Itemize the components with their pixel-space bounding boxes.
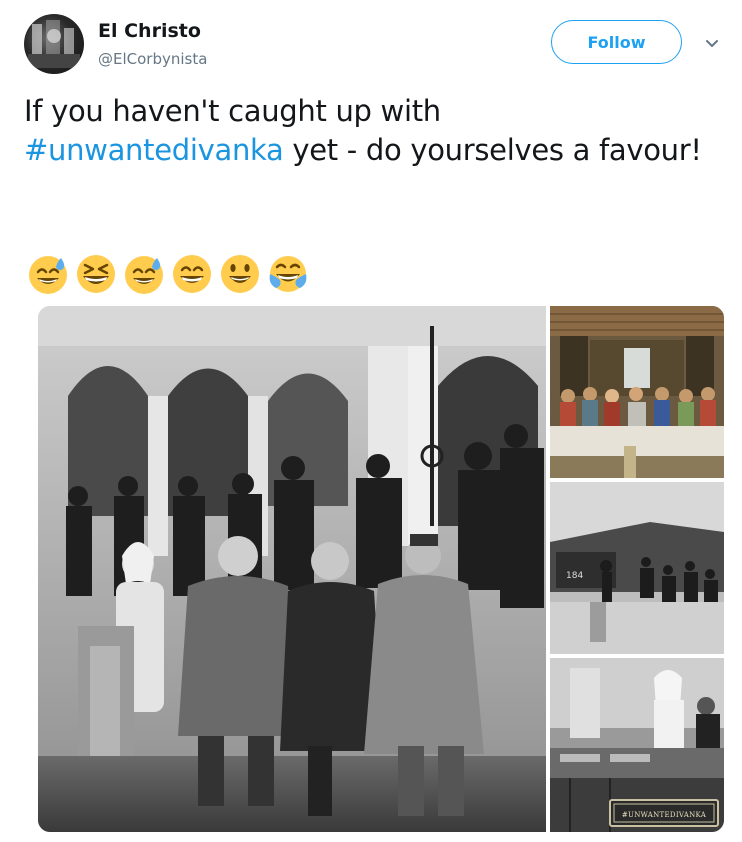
laughing-icon <box>77 255 115 293</box>
grin-icon <box>173 255 211 293</box>
side-photo-last-supper[interactable] <box>550 306 724 478</box>
side-photo-beach-landing[interactable]: 184 <box>550 482 724 654</box>
side-photo-office[interactable]: #UNWANTEDIVANKA <box>550 658 724 832</box>
tweet-header: El Christo @ElCorbynista Follow <box>24 14 724 78</box>
tweet-text: If you haven't caught up with #unwantedi… <box>24 92 704 170</box>
joy-icon <box>269 256 307 292</box>
sweat-smile-icon <box>29 256 67 294</box>
tweet-text-start: If you haven't caught up with <box>24 94 441 128</box>
watermark-label: #UNWANTEDIVANKA <box>621 811 707 819</box>
tweet-text-end: yet - do yourselves a favour! <box>283 133 702 167</box>
smiley-icon <box>221 255 259 293</box>
avatar[interactable] <box>24 14 84 74</box>
svg-text:184: 184 <box>566 571 583 581</box>
hashtag-link[interactable]: #unwantedivanka <box>24 133 284 167</box>
chevron-down-icon[interactable] <box>704 36 720 52</box>
user-handle[interactable]: @ElCorbynista <box>98 50 207 68</box>
tweet-media: 184 #UNWANTEDIVANKA <box>38 306 724 832</box>
display-name[interactable]: El Christo <box>98 20 201 42</box>
follow-button[interactable]: Follow <box>551 20 682 64</box>
sweat-smile-icon <box>125 256 163 294</box>
main-photo[interactable] <box>38 306 546 832</box>
emoji-row <box>26 252 310 296</box>
